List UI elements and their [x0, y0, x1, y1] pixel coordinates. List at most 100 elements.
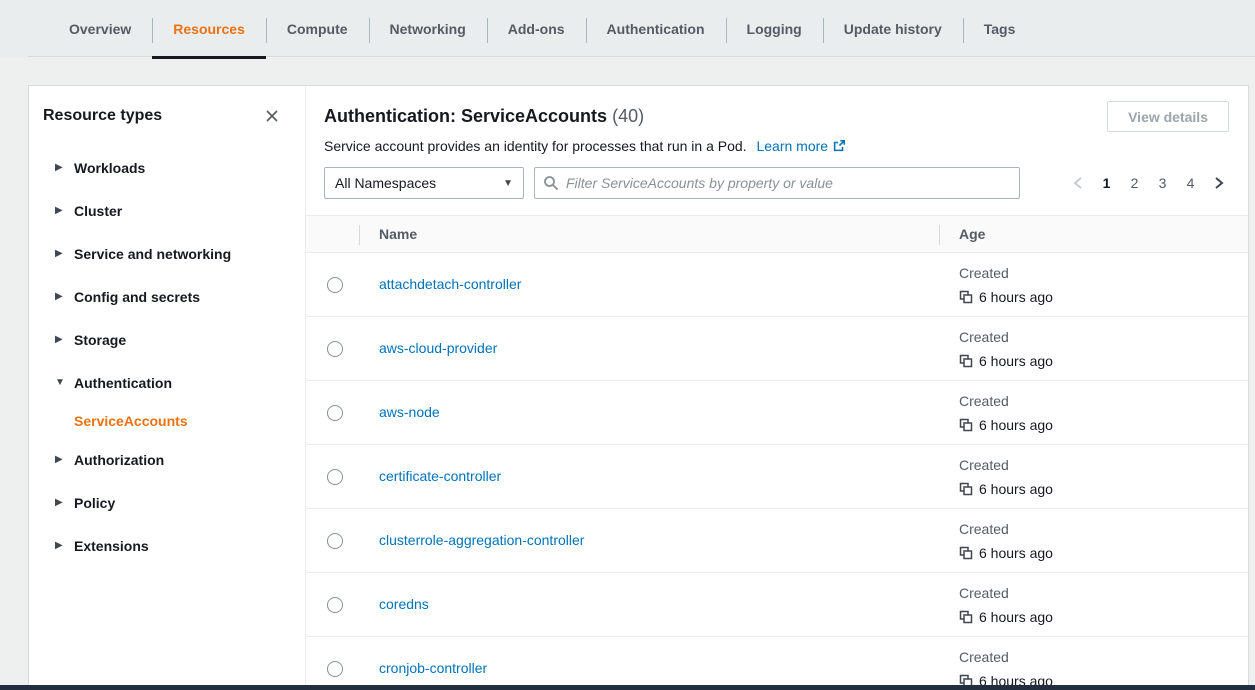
resource-count: (40) [612, 106, 644, 126]
sidebar-item-extensions[interactable]: ▶ Extensions [43, 524, 291, 567]
pagination: 1 2 3 4 [1068, 167, 1229, 199]
sidebar-item-authorization[interactable]: ▶ Authorization [43, 438, 291, 481]
sidebar-item-cluster[interactable]: ▶ Cluster [43, 189, 291, 232]
sidebar-title: Resource types [43, 107, 162, 125]
serviceaccount-link[interactable]: aws-node [379, 404, 440, 420]
resource-types-sidebar: Resource types ▶ Workloads ▶ Cluster ▶ S… [29, 86, 306, 689]
serviceaccount-link[interactable]: coredns [379, 596, 429, 612]
chevron-right-icon: ▶ [55, 249, 67, 259]
copy-icon [959, 354, 973, 368]
table-row: aws-node Created 6 hours ago [306, 381, 1248, 445]
serviceaccount-link[interactable]: certificate-controller [379, 468, 501, 484]
search-icon [543, 175, 559, 191]
age-created-label: Created [959, 391, 1248, 411]
age-value-text: 6 hours ago [979, 415, 1053, 435]
row-radio[interactable] [327, 341, 343, 357]
age-created-label: Created [959, 455, 1248, 475]
column-header-age: Age [939, 216, 1248, 252]
section-header: Authentication: ServiceAccounts (40) Ser… [306, 86, 1248, 199]
chevron-right-icon: ▶ [55, 206, 67, 216]
page-button-1[interactable]: 1 [1097, 171, 1116, 195]
learn-more-link[interactable]: Learn more [756, 138, 846, 154]
tab-authentication[interactable]: Authentication [586, 0, 726, 57]
page-button-3[interactable]: 3 [1153, 171, 1172, 195]
tab-networking[interactable]: Networking [369, 0, 487, 57]
copy-icon [959, 418, 973, 432]
copy-icon [959, 610, 973, 624]
page-button-2[interactable]: 2 [1125, 171, 1144, 195]
row-radio[interactable] [327, 277, 343, 293]
tab-compute[interactable]: Compute [266, 0, 369, 57]
serviceaccount-link[interactable]: clusterrole-aggregation-controller [379, 532, 584, 548]
page-title: Authentication: ServiceAccounts (40) [324, 106, 1230, 127]
row-radio[interactable] [327, 405, 343, 421]
age-value-text: 6 hours ago [979, 479, 1053, 499]
sidebar-item-authentication[interactable]: ▼ Authentication [43, 361, 291, 404]
table-toolbar: All Namespaces ▼ [324, 167, 1230, 199]
tab-logging[interactable]: Logging [726, 0, 823, 57]
age-created-label: Created [959, 647, 1248, 667]
sidebar-item-policy[interactable]: ▶ Policy [43, 481, 291, 524]
serviceaccounts-table: Name Age attachdetach-controller Created [306, 215, 1248, 690]
table-row: aws-cloud-provider Created 6 hours ago [306, 317, 1248, 381]
chevron-right-icon: ▶ [55, 163, 67, 173]
chevron-right-icon: ▶ [55, 292, 67, 302]
age-value-text: 6 hours ago [979, 607, 1053, 627]
tab-resources[interactable]: Resources [152, 0, 266, 57]
serviceaccount-link[interactable]: cronjob-controller [379, 660, 487, 676]
chevron-right-icon: ▶ [55, 455, 67, 465]
namespace-filter-dropdown[interactable]: All Namespaces ▼ [324, 167, 524, 199]
serviceaccount-link[interactable]: attachdetach-controller [379, 276, 521, 292]
table-row: attachdetach-controller Created 6 hours … [306, 253, 1248, 317]
chevron-right-icon [1213, 176, 1225, 190]
row-radio[interactable] [327, 661, 343, 677]
age-value-text: 6 hours ago [979, 351, 1053, 371]
sidebar-item-workloads[interactable]: ▶ Workloads [43, 146, 291, 189]
previous-page-button[interactable] [1068, 171, 1088, 195]
chevron-right-icon: ▶ [55, 541, 67, 551]
table-row: certificate-controller Created 6 hours a… [306, 445, 1248, 509]
resources-panel: Resource types ▶ Workloads ▶ Cluster ▶ S… [28, 85, 1249, 690]
sidebar-item-service-and-networking[interactable]: ▶ Service and networking [43, 232, 291, 275]
tab-overview[interactable]: Overview [48, 0, 152, 57]
close-sidebar-button[interactable] [261, 105, 283, 127]
copy-icon [959, 546, 973, 560]
filter-search-input[interactable] [566, 175, 1011, 191]
close-icon [264, 108, 280, 124]
chevron-right-icon: ▶ [55, 335, 67, 345]
external-link-icon [832, 139, 846, 153]
tab-add-ons[interactable]: Add-ons [487, 0, 586, 57]
sidebar-header: Resource types [43, 86, 291, 146]
age-value-text: 6 hours ago [979, 287, 1053, 307]
table-row: clusterrole-aggregation-controller Creat… [306, 509, 1248, 573]
cluster-tabbar: Overview Resources Compute Networking Ad… [0, 0, 1255, 57]
column-header-name: Name [359, 216, 939, 252]
table-row: cronjob-controller Created 6 hours ago [306, 637, 1248, 690]
age-created-label: Created [959, 519, 1248, 539]
tab-tags[interactable]: Tags [963, 0, 1037, 57]
page-title-text: Authentication: ServiceAccounts [324, 106, 607, 126]
serviceaccount-link[interactable]: aws-cloud-provider [379, 340, 497, 356]
footer-bar [0, 685, 1255, 690]
copy-icon [959, 290, 973, 304]
row-radio[interactable] [327, 597, 343, 613]
view-details-button[interactable]: View details [1107, 101, 1229, 132]
namespace-filter-value: All Namespaces [335, 175, 436, 191]
caret-down-icon: ▼ [503, 178, 513, 189]
filter-search-box [534, 167, 1020, 199]
age-created-label: Created [959, 263, 1248, 283]
chevron-left-icon [1072, 176, 1084, 190]
table-row: coredns Created 6 hours ago [306, 573, 1248, 637]
sidebar-item-config-and-secrets[interactable]: ▶ Config and secrets [43, 275, 291, 318]
selection-column-header [306, 216, 359, 252]
page-button-4[interactable]: 4 [1181, 171, 1200, 195]
sidebar-item-serviceaccounts[interactable]: ServiceAccounts [43, 404, 291, 438]
row-radio[interactable] [327, 469, 343, 485]
row-radio[interactable] [327, 533, 343, 549]
age-value-text: 6 hours ago [979, 543, 1053, 563]
eks-cluster-page: Overview Resources Compute Networking Ad… [0, 0, 1255, 690]
sidebar-item-storage[interactable]: ▶ Storage [43, 318, 291, 361]
tab-update-history[interactable]: Update history [823, 0, 963, 57]
section-description: Service account provides an identity for… [324, 138, 1230, 154]
next-page-button[interactable] [1209, 171, 1229, 195]
